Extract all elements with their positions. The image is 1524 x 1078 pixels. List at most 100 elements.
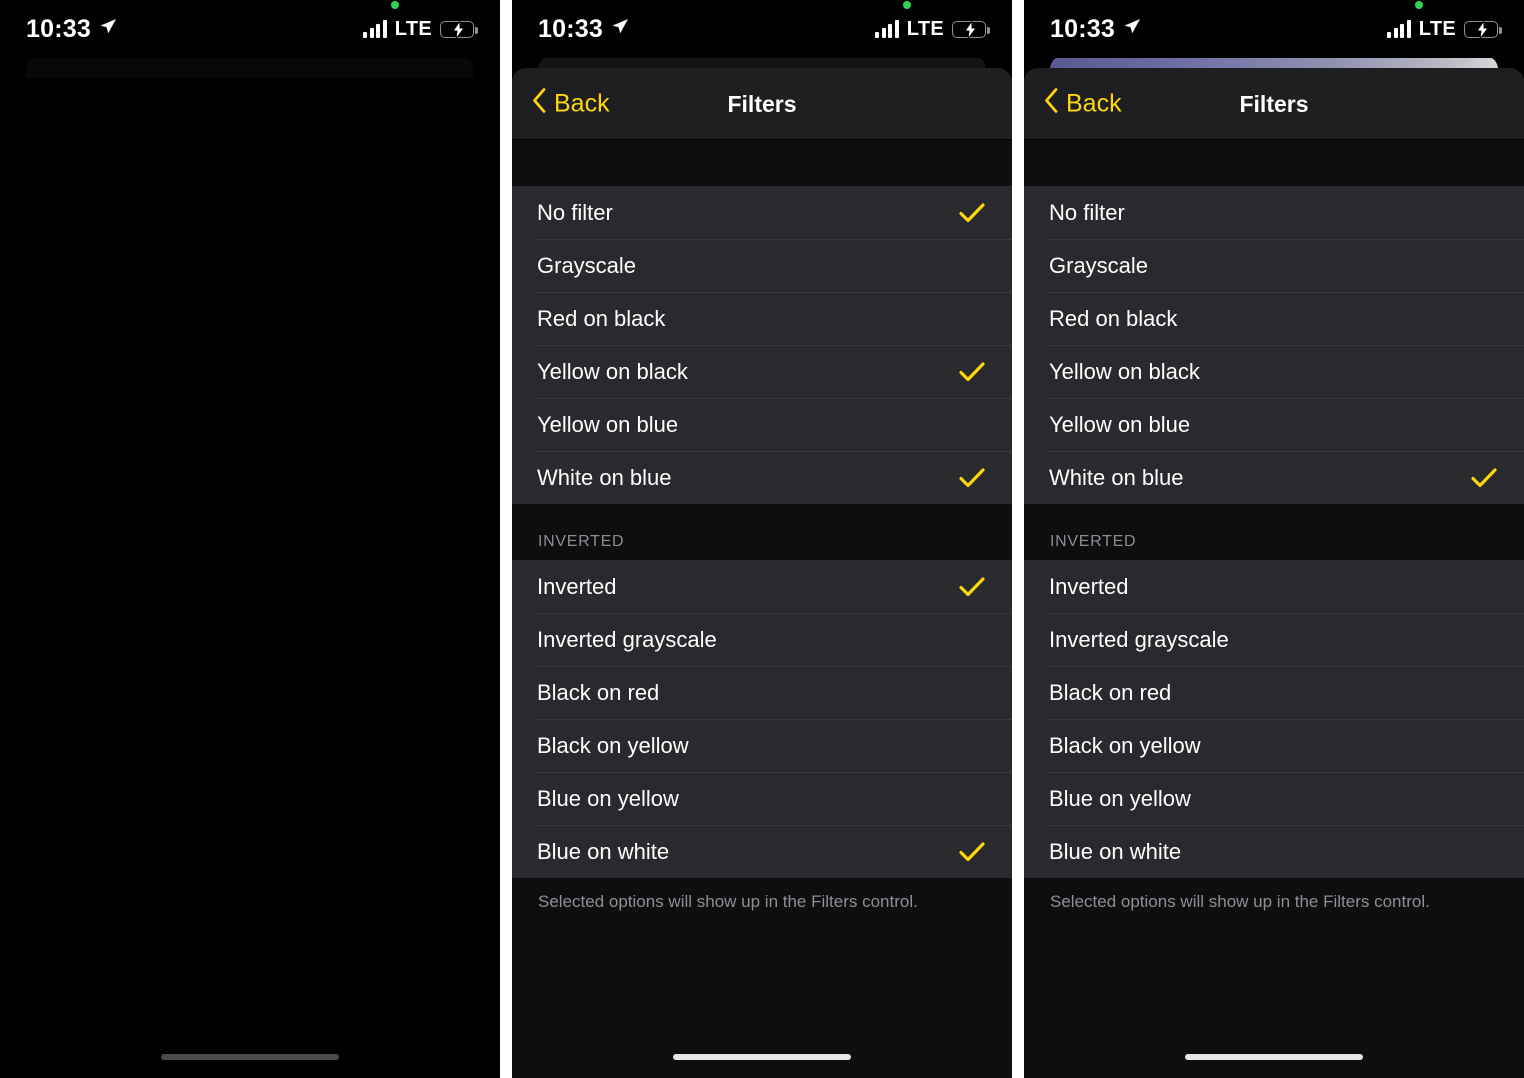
filter-row-black-on-yellow[interactable]: Black on yellow [512, 719, 1012, 772]
filter-row-red-on-black[interactable]: Red on black [1024, 292, 1524, 345]
cellular-signal-bars-icon [1387, 20, 1411, 38]
filter-row-no-filter[interactable]: No filter [1024, 186, 1524, 239]
chevron-left-icon [1044, 88, 1059, 121]
filter-label: White on blue [1049, 464, 1184, 490]
filter-row-yellow-on-blue[interactable]: Yellow on blue [1024, 398, 1524, 451]
filter-label: Red on black [1049, 305, 1178, 331]
status-bar: 10:33 LTE [512, 0, 1012, 58]
location-arrow-icon [611, 18, 629, 41]
status-bar-right: LTE [1387, 0, 1502, 41]
filter-row-inverted[interactable]: Inverted [1024, 560, 1524, 613]
filters-main-list: No filter Grayscale Red on black Yellow … [512, 186, 1012, 504]
back-button[interactable]: Back [1044, 88, 1122, 121]
panel-filters-multiple-selected: 10:33 LTE Back Filters No filter Graysca… [512, 0, 1012, 1078]
status-bar: 10:33 LTE [0, 0, 500, 58]
filter-label: Black on red [537, 679, 660, 705]
green-recording-dot-icon [1415, 0, 1424, 9]
filter-row-blue-on-white[interactable]: Blue on white [1024, 825, 1524, 878]
battery-charging-icon [952, 18, 990, 39]
filter-label: Inverted grayscale [537, 626, 717, 652]
battery-charging-icon [1464, 18, 1502, 39]
filter-row-blue-on-yellow[interactable]: Blue on yellow [1024, 772, 1524, 825]
green-recording-dot-icon [391, 0, 400, 9]
battery-charging-icon [440, 18, 478, 39]
filter-label: No filter [1049, 199, 1125, 225]
list-footnote: Selected options will show up in the Fil… [1024, 878, 1524, 912]
status-bar-time: 10:33 [538, 14, 603, 43]
checkmark-icon [958, 575, 986, 599]
filter-row-black-on-red[interactable]: Black on red [512, 666, 1012, 719]
inverted-section-header: INVERTED [1024, 504, 1524, 560]
list-footnote: Selected options will show up in the Fil… [512, 878, 1012, 912]
checkmark-icon [1470, 466, 1498, 490]
status-bar-time: 10:33 [26, 14, 91, 43]
panel-filters-single-selected: 10:33 LTE Back Filters No filter Graysca… [1024, 0, 1524, 1078]
filter-label: Blue on white [1049, 838, 1182, 864]
filter-row-inverted[interactable]: Inverted [512, 560, 1012, 613]
footnote-text: Selected options will show up in the Fil… [538, 892, 918, 911]
status-bar-right: LTE [875, 0, 990, 41]
panel-gap [500, 0, 512, 1078]
location-arrow-icon [1123, 18, 1141, 41]
filter-row-black-on-red[interactable]: Black on red [1024, 666, 1524, 719]
filter-label: Inverted [537, 573, 617, 599]
cellular-signal-bars-icon [363, 20, 387, 38]
filter-row-grayscale[interactable]: Grayscale [512, 239, 1012, 292]
filter-label: Blue on white [537, 838, 670, 864]
filter-label: Grayscale [537, 252, 637, 278]
panel-gap [1012, 0, 1024, 1078]
inverted-section-header: INVERTED [512, 504, 1012, 560]
checkmark-icon [958, 201, 986, 225]
navigation-bar: Back Filters [1024, 68, 1524, 140]
back-button[interactable]: Back [532, 88, 610, 121]
navigation-bar: Back Filters [512, 68, 1012, 140]
list-top-spacer [1024, 140, 1524, 186]
filter-label: Black on red [1049, 679, 1172, 705]
filter-row-yellow-on-black[interactable]: Yellow on black [512, 345, 1012, 398]
filter-row-black-on-yellow[interactable]: Black on yellow [1024, 719, 1524, 772]
filters-sheet: Back Filters No filter Grayscale Red on … [512, 68, 1012, 1078]
three-panel-screenshot-strip: 10:33 LTE Customize Controls [0, 0, 1524, 1078]
filter-label: Grayscale [1049, 252, 1149, 278]
filter-row-white-on-blue[interactable]: White on blue [512, 451, 1012, 504]
filter-label: Inverted [1049, 573, 1129, 599]
filter-row-blue-on-white[interactable]: Blue on white [512, 825, 1012, 878]
carrier-label: LTE [906, 17, 944, 40]
page-title: Filters [1239, 90, 1309, 117]
filters-sheet: Back Filters No filter Grayscale Red on … [1024, 68, 1524, 1078]
back-button-label: Back [554, 89, 610, 118]
filter-label: No filter [537, 199, 613, 225]
section-header-label: INVERTED [538, 533, 625, 550]
filter-row-no-filter[interactable]: No filter [512, 186, 1012, 239]
status-bar-left: 10:33 [26, 14, 117, 43]
filter-label: Blue on yellow [537, 785, 679, 811]
filter-label: Red on black [537, 305, 666, 331]
checkmark-icon [958, 840, 986, 864]
filter-row-yellow-on-blue[interactable]: Yellow on blue [512, 398, 1012, 451]
filter-label: Yellow on black [537, 358, 688, 384]
status-bar-left: 10:33 [538, 14, 629, 43]
filter-label: Yellow on black [1049, 358, 1200, 384]
section-header-label: INVERTED [1050, 533, 1137, 550]
filter-row-inverted-grayscale[interactable]: Inverted grayscale [1024, 613, 1524, 666]
chevron-left-icon [532, 88, 547, 121]
filters-inverted-list: Inverted Inverted grayscale Black on red… [1024, 560, 1524, 878]
list-top-spacer [512, 140, 1012, 186]
status-bar-right: LTE [363, 0, 478, 41]
filters-main-list: No filter Grayscale Red on black Yellow … [1024, 186, 1524, 504]
status-bar: 10:33 LTE [1024, 0, 1524, 58]
carrier-label: LTE [1418, 17, 1456, 40]
filter-row-inverted-grayscale[interactable]: Inverted grayscale [512, 613, 1012, 666]
filter-row-red-on-black[interactable]: Red on black [512, 292, 1012, 345]
filter-row-blue-on-yellow[interactable]: Blue on yellow [512, 772, 1012, 825]
filter-row-white-on-blue[interactable]: White on blue [1024, 451, 1524, 504]
filter-row-grayscale[interactable]: Grayscale [1024, 239, 1524, 292]
location-arrow-icon [99, 18, 117, 41]
filters-inverted-list: Inverted Inverted grayscale Black on red… [512, 560, 1012, 878]
carrier-label: LTE [394, 17, 432, 40]
filters-body: No filter Grayscale Red on black Yellow … [1024, 140, 1524, 1078]
filter-row-yellow-on-black[interactable]: Yellow on black [1024, 345, 1524, 398]
filters-body: No filter Grayscale Red on black Yellow … [512, 140, 1012, 1078]
filter-label: Yellow on blue [1049, 411, 1191, 437]
cellular-signal-bars-icon [875, 20, 899, 38]
